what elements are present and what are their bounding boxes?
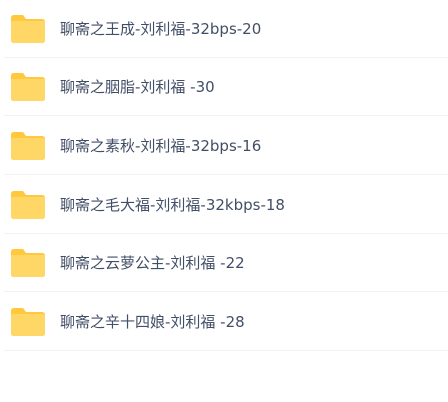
folder-icon [10,131,46,161]
list-item[interactable]: 聊斋之素秋-刘利福-32bps-16 [0,117,448,175]
list-item[interactable]: 聊斋之毛大福-刘利福-32kbps-18 [0,176,448,234]
folder-icon [10,14,46,44]
list-item[interactable]: 聊斋之云萝公主-刘利福 -22 [0,234,448,292]
file-name: 聊斋之王成-刘利福-32bps-20 [60,20,262,38]
file-name: 聊斋之素秋-刘利福-32bps-16 [60,137,262,155]
folder-icon [10,248,46,278]
list-item[interactable]: 聊斋之王成-刘利福-32bps-20 [0,0,448,58]
file-name: 聊斋之胭脂-刘利福 -30 [60,78,215,96]
list-item[interactable]: 聊斋之辛十四娘-刘利福 -28 [0,293,448,351]
folder-icon [10,72,46,102]
folder-icon [10,190,46,220]
file-list: 聊斋之王成-刘利福-32bps-20 聊斋之胭脂-刘利福 -30 聊斋之素秋-刘… [0,0,448,402]
list-item[interactable]: 聊斋之胭脂-刘利福 -30 [0,58,448,116]
file-name: 聊斋之辛十四娘-刘利福 -28 [60,313,245,331]
folder-icon [10,307,46,337]
file-name: 聊斋之毛大福-刘利福-32kbps-18 [60,196,285,214]
file-name: 聊斋之云萝公主-刘利福 -22 [60,254,245,272]
